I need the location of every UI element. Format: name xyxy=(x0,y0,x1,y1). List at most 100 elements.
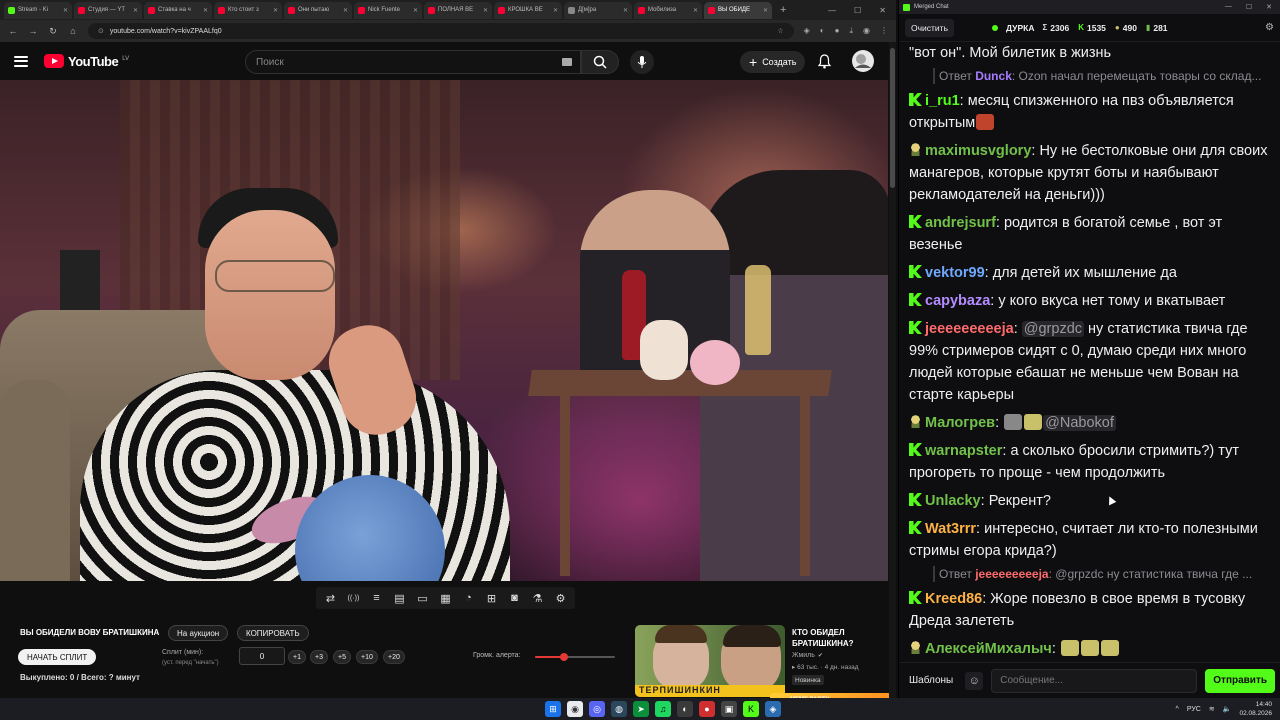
telegram-icon[interactable]: ➤ xyxy=(633,701,649,717)
obs-icon[interactable]: ◐ xyxy=(677,701,693,717)
repeat-icon[interactable]: ⇄ xyxy=(322,590,339,607)
message-input[interactable]: Сообщение... xyxy=(991,668,1198,693)
wifi-icon[interactable]: ≋ xyxy=(1209,705,1215,713)
site-info-icon[interactable]: ⊙ xyxy=(98,27,104,35)
chat-username[interactable]: jeeeeeeeeeja xyxy=(925,321,1014,337)
tab-close-icon[interactable]: ✕ xyxy=(203,7,208,14)
mention[interactable]: @grpzdc xyxy=(1055,567,1103,581)
search-input[interactable]: Поиск xyxy=(245,50,581,74)
increment-button[interactable]: +20 xyxy=(383,650,405,664)
start-split-button[interactable]: НАЧАТЬ СПЛИТ xyxy=(18,649,97,665)
send-button[interactable]: Отправить xyxy=(1205,668,1275,693)
kick-app-icon[interactable]: K xyxy=(743,701,759,717)
close-icon[interactable]: ✕ xyxy=(879,6,886,15)
flask-icon[interactable]: ⚗ xyxy=(529,590,546,607)
minimize-icon[interactable]: — xyxy=(828,6,836,15)
volume-thumb[interactable] xyxy=(559,653,568,661)
speed-icon[interactable]: ◔ xyxy=(460,590,477,607)
language-indicator[interactable]: РУС xyxy=(1187,706,1201,713)
settings-gear-icon[interactable]: ⚙ xyxy=(1265,22,1274,33)
chat-username[interactable]: Kreed86 xyxy=(925,591,982,607)
maximize-icon[interactable]: ☐ xyxy=(854,6,861,15)
volume-icon[interactable]: 🔈 xyxy=(1223,705,1232,713)
chat-username[interactable]: andrejsurf xyxy=(925,215,996,231)
recommended-title[interactable]: КТО ОБИДЕЛ БРАТИШКИНА? xyxy=(792,627,887,649)
extension-icon[interactable]: ● xyxy=(835,26,840,36)
film-icon[interactable]: ▦ xyxy=(437,590,454,607)
chat-username[interactable]: АлексейМихалыч xyxy=(925,641,1052,657)
download-icon[interactable]: ⤓ xyxy=(849,26,853,36)
radio-icon[interactable]: ((·)) xyxy=(345,590,362,607)
spotify-icon[interactable]: ♫ xyxy=(655,701,671,717)
reply-preview[interactable]: Ответ Dunck: Ozon начал перемещать товар… xyxy=(933,68,1271,84)
browser-tab[interactable]: Они пытаю ✕ xyxy=(284,1,352,19)
video-player[interactable] xyxy=(0,80,888,581)
browser-tab[interactable]: Nick Fuente ✕ xyxy=(354,1,422,19)
chat-username[interactable]: Wat3rrr xyxy=(925,521,976,537)
browser-tab[interactable]: ВЫ ОБИДЕ ✕ xyxy=(704,1,772,19)
app-icon[interactable]: ● xyxy=(699,701,715,717)
gear-icon[interactable]: ⚙ xyxy=(552,590,569,607)
increment-button[interactable]: +5 xyxy=(333,650,351,664)
tab-close-icon[interactable]: ✕ xyxy=(273,7,278,14)
maximize-icon[interactable]: ☐ xyxy=(1246,3,1252,11)
url-field[interactable]: ⊙ youtube.com/watch?v=kivZPAALfq0 ☆ xyxy=(88,23,794,39)
account-avatar[interactable] xyxy=(852,50,874,77)
browser-tab[interactable]: ПОЛНАЯ ВЕ ✕ xyxy=(424,1,492,19)
increment-button[interactable]: +3 xyxy=(310,650,328,664)
keyboard-icon[interactable] xyxy=(562,58,572,66)
start-menu-icon[interactable]: ⊞ xyxy=(545,701,561,717)
reply-preview[interactable]: Ответ jeeeeeeeeeja: @grpzdc ну статистик… xyxy=(933,566,1271,582)
minimize-icon[interactable]: — xyxy=(1225,3,1232,11)
back-icon[interactable]: ← xyxy=(8,26,18,36)
tab-close-icon[interactable]: ✕ xyxy=(63,7,68,14)
browser-menu-icon[interactable]: ⋮ xyxy=(880,26,888,36)
to-auction-button[interactable]: На аукцион xyxy=(168,625,229,641)
video-thumbnail[interactable]: ТЕРПИШИНКИН xyxy=(635,625,785,697)
browser-tab[interactable]: Д[м]ра ✕ xyxy=(564,1,632,19)
search-button[interactable] xyxy=(581,50,619,74)
browser-tab[interactable]: Ставка на ч ✕ xyxy=(144,1,212,19)
rss-icon[interactable]: ≡ xyxy=(368,590,385,607)
profile-icon[interactable]: ◉ xyxy=(863,26,870,36)
chat-username[interactable]: capybaza xyxy=(925,293,990,309)
reply-username[interactable]: jeeeeeeeeeja xyxy=(975,567,1048,581)
new-tab-button[interactable]: + xyxy=(774,4,792,16)
emoji-picker-icon[interactable]: ☺ xyxy=(965,671,984,690)
tab-close-icon[interactable]: ✕ xyxy=(623,7,628,14)
forward-icon[interactable]: → xyxy=(28,26,38,36)
youtube-logo[interactable]: YouTube LV xyxy=(44,54,129,69)
chrome-icon[interactable]: ◉ xyxy=(567,701,583,717)
mention[interactable]: @grpzdc xyxy=(1021,321,1085,337)
browser-tab[interactable]: Кто стоит з ✕ xyxy=(214,1,282,19)
clear-chat-button[interactable]: Очистить xyxy=(905,18,955,37)
tab-close-icon[interactable]: ✕ xyxy=(763,7,768,14)
increment-button[interactable]: +10 xyxy=(356,650,378,664)
notifications-button[interactable] xyxy=(817,54,832,74)
recommended-video[interactable]: ТЕРПИШИНКИН КТО ОБИДЕЛ БРАТИШКИНА? Жмиль… xyxy=(635,625,890,697)
extension-icon[interactable]: ◐ xyxy=(820,26,825,36)
chat-username[interactable]: Unlacky xyxy=(925,493,981,509)
create-button[interactable]: + Создать xyxy=(740,51,806,73)
alert-volume-slider[interactable] xyxy=(535,653,615,661)
scrollbar-thumb[interactable] xyxy=(890,48,895,188)
tab-close-icon[interactable]: ✕ xyxy=(413,7,418,14)
page-scrollbar[interactable] xyxy=(889,42,896,698)
chat-username[interactable]: vektor99 xyxy=(925,265,985,281)
tray-chevron-icon[interactable]: ^ xyxy=(1176,706,1179,713)
browser-tab[interactable]: Stream - Ki ✕ xyxy=(4,1,72,19)
chat-username[interactable]: maximusvglory xyxy=(925,143,1031,159)
recommended-channel[interactable]: Жмиль ✔ xyxy=(792,652,823,659)
copy-button[interactable]: КОПИРОВАТЬ xyxy=(237,625,309,641)
picture-icon[interactable]: ▭ xyxy=(414,590,431,607)
tab-close-icon[interactable]: ✕ xyxy=(133,7,138,14)
tab-close-icon[interactable]: ✕ xyxy=(693,7,698,14)
hamburger-menu-icon[interactable] xyxy=(14,55,28,67)
camera-icon[interactable]: ◙ xyxy=(506,590,523,607)
app-icon[interactable]: ◈ xyxy=(765,701,781,717)
app-icon[interactable]: ▣ xyxy=(721,701,737,717)
tab-close-icon[interactable]: ✕ xyxy=(483,7,488,14)
discord-icon[interactable]: ◎ xyxy=(589,701,605,717)
voice-search-button[interactable] xyxy=(630,50,654,74)
browser-tab[interactable]: Студия — YT ✕ xyxy=(74,1,142,19)
